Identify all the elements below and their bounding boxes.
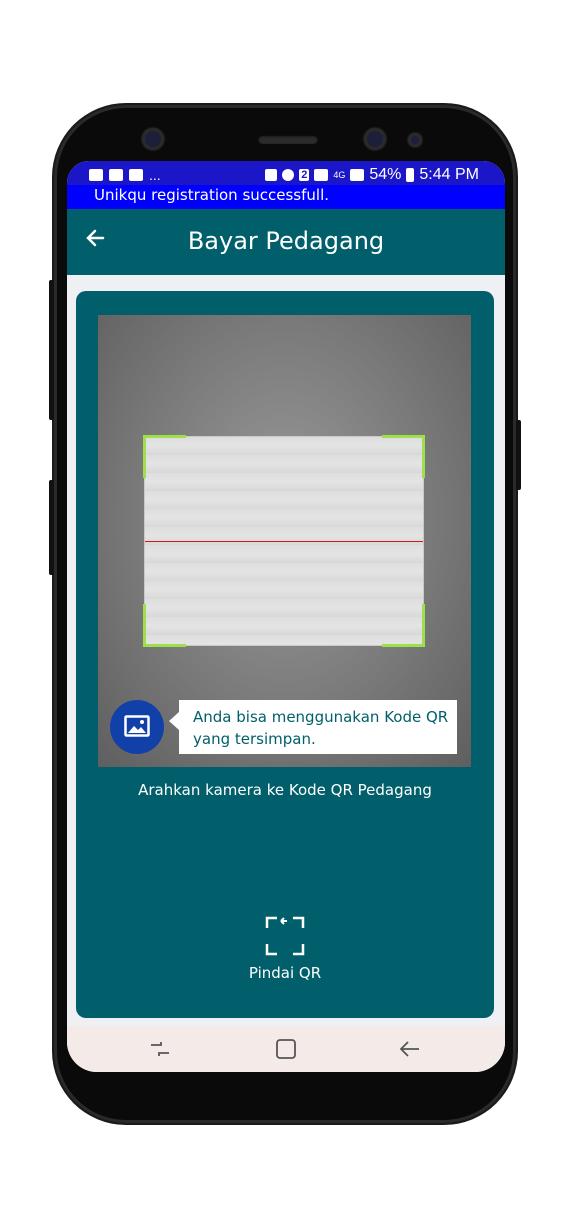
sensor <box>408 133 422 147</box>
corner-top-left <box>143 435 186 478</box>
scan-qr-button[interactable]: Pindai QR <box>235 916 335 988</box>
volume-button <box>49 280 54 420</box>
scan-line <box>145 541 423 542</box>
camera-preview: Anda bisa menggunakan Kode QR yang tersi… <box>98 315 471 767</box>
page-title: Bayar Pedagang <box>187 227 385 255</box>
scanner-card: Anda bisa menggunakan Kode QR yang tersi… <box>76 291 494 1018</box>
iris-camera <box>364 128 386 150</box>
image-notification-icon <box>109 169 123 181</box>
scan-instruction: Arahkan kamera ke Kode QR Pedagang <box>138 781 432 799</box>
more-notifications: ... <box>149 167 161 183</box>
screen: ... 2 4G 54% 5:44 PM Unikqu registration… <box>67 161 505 1072</box>
clock: 5:44 PM <box>419 166 479 183</box>
mute-icon <box>265 169 278 181</box>
recent-apps-icon[interactable] <box>147 1036 173 1062</box>
app-bar: Bayar Pedagang <box>67 209 505 275</box>
navigation-bar <box>67 1026 505 1072</box>
battery-icon <box>406 168 415 182</box>
saved-qr-tooltip: Anda bisa menggunakan Kode QR yang tersi… <box>169 700 457 754</box>
corner-bottom-left <box>143 604 186 647</box>
message-icon <box>89 169 103 181</box>
bixby-button <box>49 480 54 575</box>
corner-top-right <box>382 435 425 478</box>
earpiece <box>258 135 318 144</box>
sim-indicator: 2 <box>299 169 310 181</box>
toast-message: Unikqu registration successfull. <box>94 186 330 204</box>
signal-icon <box>314 169 329 181</box>
power-button <box>516 420 521 490</box>
front-camera <box>142 128 164 150</box>
scan-qr-icon <box>265 916 305 956</box>
alarm-icon <box>282 169 295 181</box>
gallery-image-icon <box>124 715 150 737</box>
corner-bottom-right <box>382 604 425 647</box>
network-type: 4G <box>333 170 346 180</box>
chat-icon <box>129 169 143 181</box>
tooltip-text: Anda bisa menggunakan Kode QR yang tersi… <box>193 708 449 748</box>
scan-frame <box>143 435 425 647</box>
toast-banner: Unikqu registration successfull. <box>67 185 505 209</box>
back-icon[interactable] <box>397 1036 423 1062</box>
battery-percent: 54% <box>369 166 402 183</box>
home-icon[interactable] <box>273 1036 299 1062</box>
gallery-button[interactable] <box>110 700 164 754</box>
scan-qr-label: Pindai QR <box>248 964 322 982</box>
signal-icon <box>350 169 365 181</box>
